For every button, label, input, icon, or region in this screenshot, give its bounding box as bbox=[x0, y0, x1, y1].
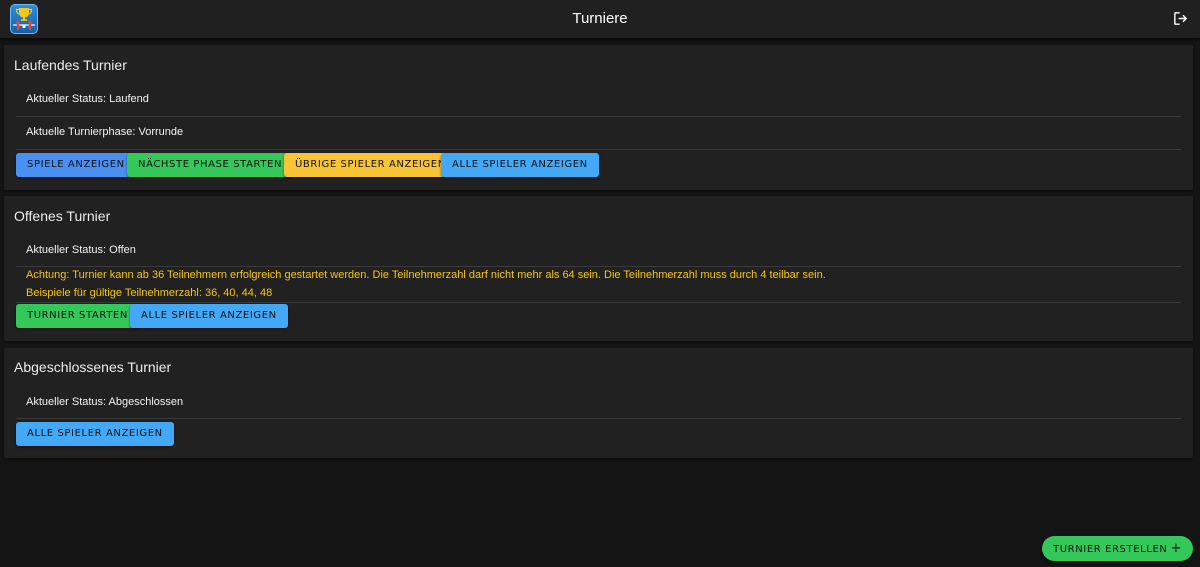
open-tournament-card: Offenes Turnier Aktueller Status: Offen … bbox=[4, 196, 1193, 341]
next-phase-button[interactable]: NÄCHSTE PHASE STARTEN bbox=[127, 153, 294, 177]
status-text: Aktueller Status: Laufend bbox=[26, 93, 149, 105]
divider bbox=[16, 418, 1181, 419]
status-text: Aktueller Status: Offen bbox=[26, 244, 136, 256]
running-tournament-card: Laufendes Turnier Aktueller Status: Lauf… bbox=[4, 45, 1193, 190]
app-header: Turniere bbox=[0, 0, 1200, 38]
finished-tournament-card: Abgeschlossenes Turnier Aktueller Status… bbox=[4, 348, 1193, 458]
divider bbox=[16, 116, 1181, 117]
divider bbox=[16, 302, 1181, 303]
remaining-players-button[interactable]: ÜBRIGE SPIELER ANZEIGEN bbox=[284, 153, 457, 177]
plus-icon: + bbox=[1170, 541, 1182, 556]
all-players-button[interactable]: ALLE SPIELER ANZEIGEN bbox=[441, 153, 599, 177]
all-players-button[interactable]: ALLE SPIELER ANZEIGEN bbox=[16, 422, 174, 446]
logout-icon[interactable] bbox=[1172, 10, 1189, 27]
start-tournament-button[interactable]: TURNIER STARTEN bbox=[16, 304, 139, 328]
warning-examples-text: Beispiele für gültige Teilnehmerzahl: 36… bbox=[26, 287, 273, 299]
card-title: Offenes Turnier bbox=[14, 208, 111, 224]
show-games-button[interactable]: SPIELE ANZEIGEN bbox=[16, 153, 136, 177]
create-tournament-button[interactable]: TURNIER ERSTELLEN + bbox=[1042, 536, 1193, 561]
divider bbox=[16, 149, 1181, 150]
all-players-button[interactable]: ALLE SPIELER ANZEIGEN bbox=[130, 304, 288, 328]
card-title: Laufendes Turnier bbox=[14, 57, 127, 73]
card-title: Abgeschlossenes Turnier bbox=[14, 359, 172, 375]
warning-text: Achtung: Turnier kann ab 36 Teilnehmern … bbox=[26, 269, 826, 281]
status-text: Aktueller Status: Abgeschlossen bbox=[26, 396, 184, 408]
phase-text: Aktuelle Turnierphase: Vorrunde bbox=[26, 126, 184, 138]
page-title: Turniere bbox=[572, 10, 628, 27]
create-tournament-label: TURNIER ERSTELLEN bbox=[1053, 544, 1168, 555]
